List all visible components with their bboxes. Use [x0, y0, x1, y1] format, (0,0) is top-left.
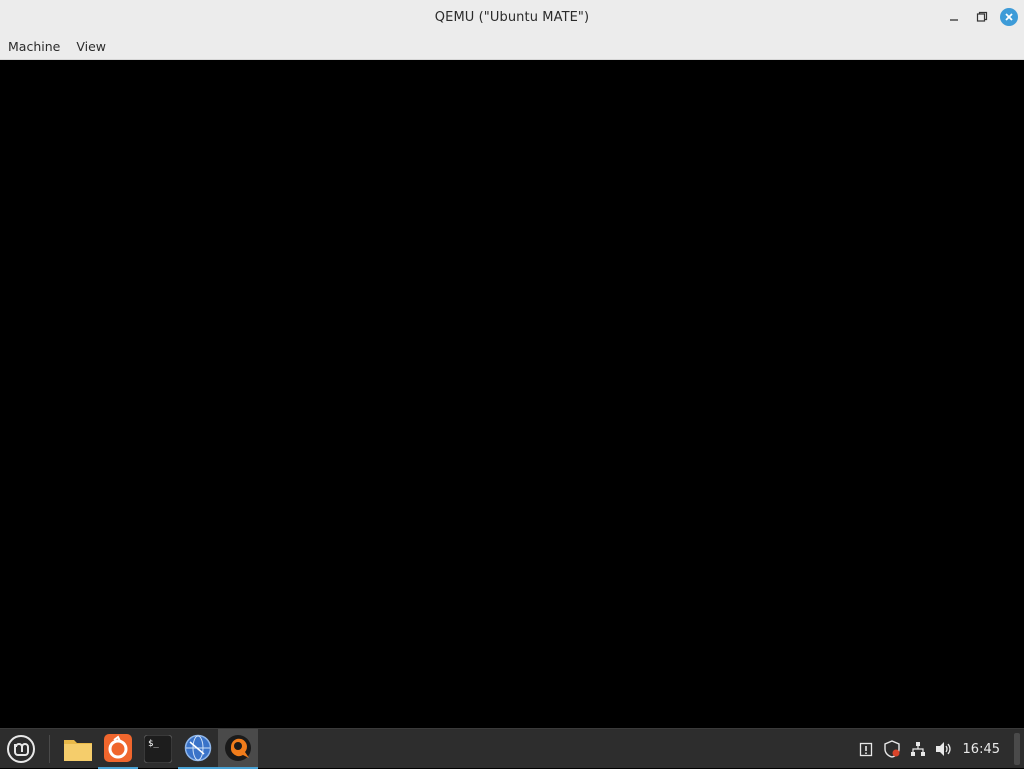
terminal-icon: $_: [144, 735, 172, 763]
launcher-files[interactable]: [58, 729, 98, 769]
show-desktop-button[interactable]: [1014, 733, 1020, 765]
update-shield-button[interactable]: [879, 729, 905, 769]
shield-icon: [883, 740, 900, 758]
window-title: QEMU ("Ubuntu MATE"): [434, 9, 590, 25]
close-icon: [1005, 13, 1013, 21]
menu-machine[interactable]: Machine: [0, 39, 68, 54]
taskbar-separator: [49, 735, 50, 763]
globe-icon: [184, 734, 212, 762]
restore-button[interactable]: [972, 7, 992, 27]
launcher-qemu[interactable]: [218, 729, 258, 769]
taskbar: $_ 16:45: [0, 728, 1024, 769]
firefox-icon: [104, 734, 132, 762]
guest-display[interactable]: [0, 60, 1024, 728]
network-icon: [910, 742, 925, 756]
restore-icon: [976, 11, 988, 22]
menu-view[interactable]: View: [68, 39, 114, 54]
system-tray: 16:45: [853, 729, 1024, 769]
window-titlebar[interactable]: QEMU ("Ubuntu MATE"): [0, 0, 1024, 34]
folder-icon: [64, 740, 92, 761]
clipboard-tray-button[interactable]: [853, 729, 879, 769]
launcher-terminal[interactable]: $_: [138, 729, 178, 769]
close-button[interactable]: [1000, 8, 1018, 26]
launcher-network-browser[interactable]: [178, 729, 218, 769]
window-controls: [944, 0, 1018, 34]
minimize-button[interactable]: [944, 7, 964, 27]
clipboard-alert-icon: [859, 742, 872, 757]
svg-text:$_: $_: [148, 739, 159, 749]
launcher-firefox[interactable]: [98, 729, 138, 769]
minimize-icon: [950, 19, 958, 21]
volume-icon: [935, 742, 951, 756]
menubar: Machine View: [0, 34, 1024, 60]
clock[interactable]: 16:45: [963, 742, 1000, 757]
start-menu-button[interactable]: [4, 733, 38, 765]
network-tray-button[interactable]: [905, 729, 931, 769]
qemu-icon: [225, 735, 251, 761]
volume-tray-button[interactable]: [931, 729, 957, 769]
linux-mint-menu-icon: [7, 735, 35, 763]
